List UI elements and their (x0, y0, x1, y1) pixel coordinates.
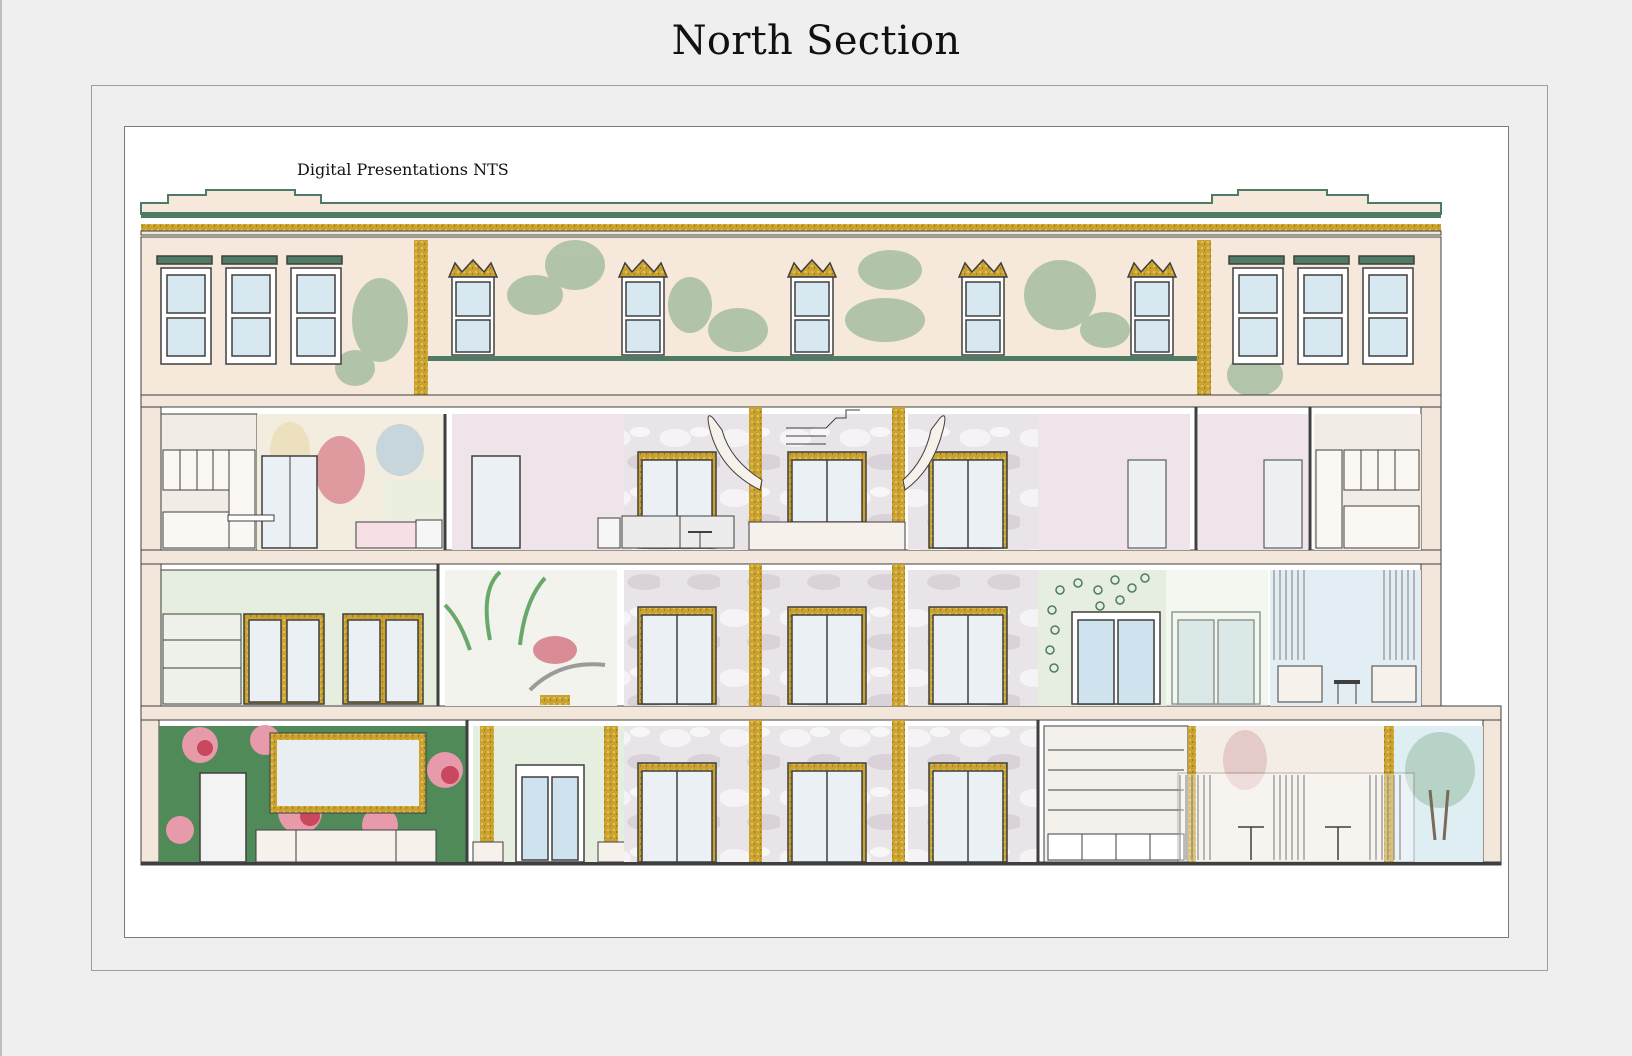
third-floor (140, 406, 1442, 551)
second-floor (140, 563, 1442, 707)
attic-windows-left (156, 255, 343, 365)
attic-windows-right (1228, 255, 1415, 365)
roof-parapet (140, 189, 1442, 236)
section-drawing (140, 189, 1502, 866)
ground-floor (140, 719, 1502, 863)
